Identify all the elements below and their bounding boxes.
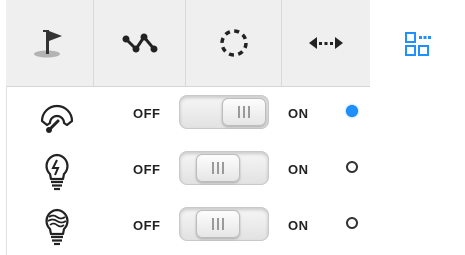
golf-flag-icon bbox=[33, 30, 62, 58]
control-row-heat-lamp: OFF ON bbox=[7, 199, 465, 255]
control-row-speedometer: OFF ON bbox=[7, 87, 465, 143]
grid-menu-icon bbox=[404, 31, 431, 56]
toggle-knob[interactable] bbox=[196, 154, 240, 182]
lightbulb-icon bbox=[45, 153, 69, 191]
heat-lamp-icon bbox=[45, 208, 69, 246]
select-radio[interactable] bbox=[346, 217, 358, 229]
zigzag-path-icon bbox=[122, 33, 157, 53]
toggle-knob[interactable] bbox=[196, 210, 240, 238]
control-row-lightbulb: OFF ON bbox=[7, 143, 465, 199]
grip-icon bbox=[212, 218, 224, 230]
tab-bar bbox=[6, 0, 465, 87]
tab-path[interactable] bbox=[94, 0, 186, 87]
on-label: ON bbox=[288, 218, 309, 233]
horizontal-arrows-icon bbox=[309, 37, 343, 49]
speedometer-icon bbox=[40, 104, 74, 133]
select-radio[interactable] bbox=[346, 161, 358, 173]
tab-distance[interactable] bbox=[282, 0, 370, 87]
grip-icon bbox=[212, 162, 224, 174]
toggle-knob[interactable] bbox=[222, 98, 266, 126]
select-radio[interactable] bbox=[346, 105, 358, 117]
tab-grid[interactable] bbox=[370, 0, 465, 87]
off-label: OFF bbox=[133, 218, 161, 233]
dashed-circle-icon bbox=[219, 29, 248, 57]
on-off-toggle[interactable] bbox=[179, 207, 269, 241]
on-off-toggle[interactable] bbox=[179, 151, 269, 185]
on-label: ON bbox=[288, 162, 309, 177]
on-off-toggle[interactable] bbox=[179, 95, 269, 129]
tab-flag[interactable] bbox=[6, 0, 94, 87]
off-label: OFF bbox=[133, 106, 161, 121]
tab-circle[interactable] bbox=[186, 0, 282, 87]
grip-icon bbox=[238, 106, 250, 118]
on-label: ON bbox=[288, 106, 309, 121]
off-label: OFF bbox=[133, 162, 161, 177]
